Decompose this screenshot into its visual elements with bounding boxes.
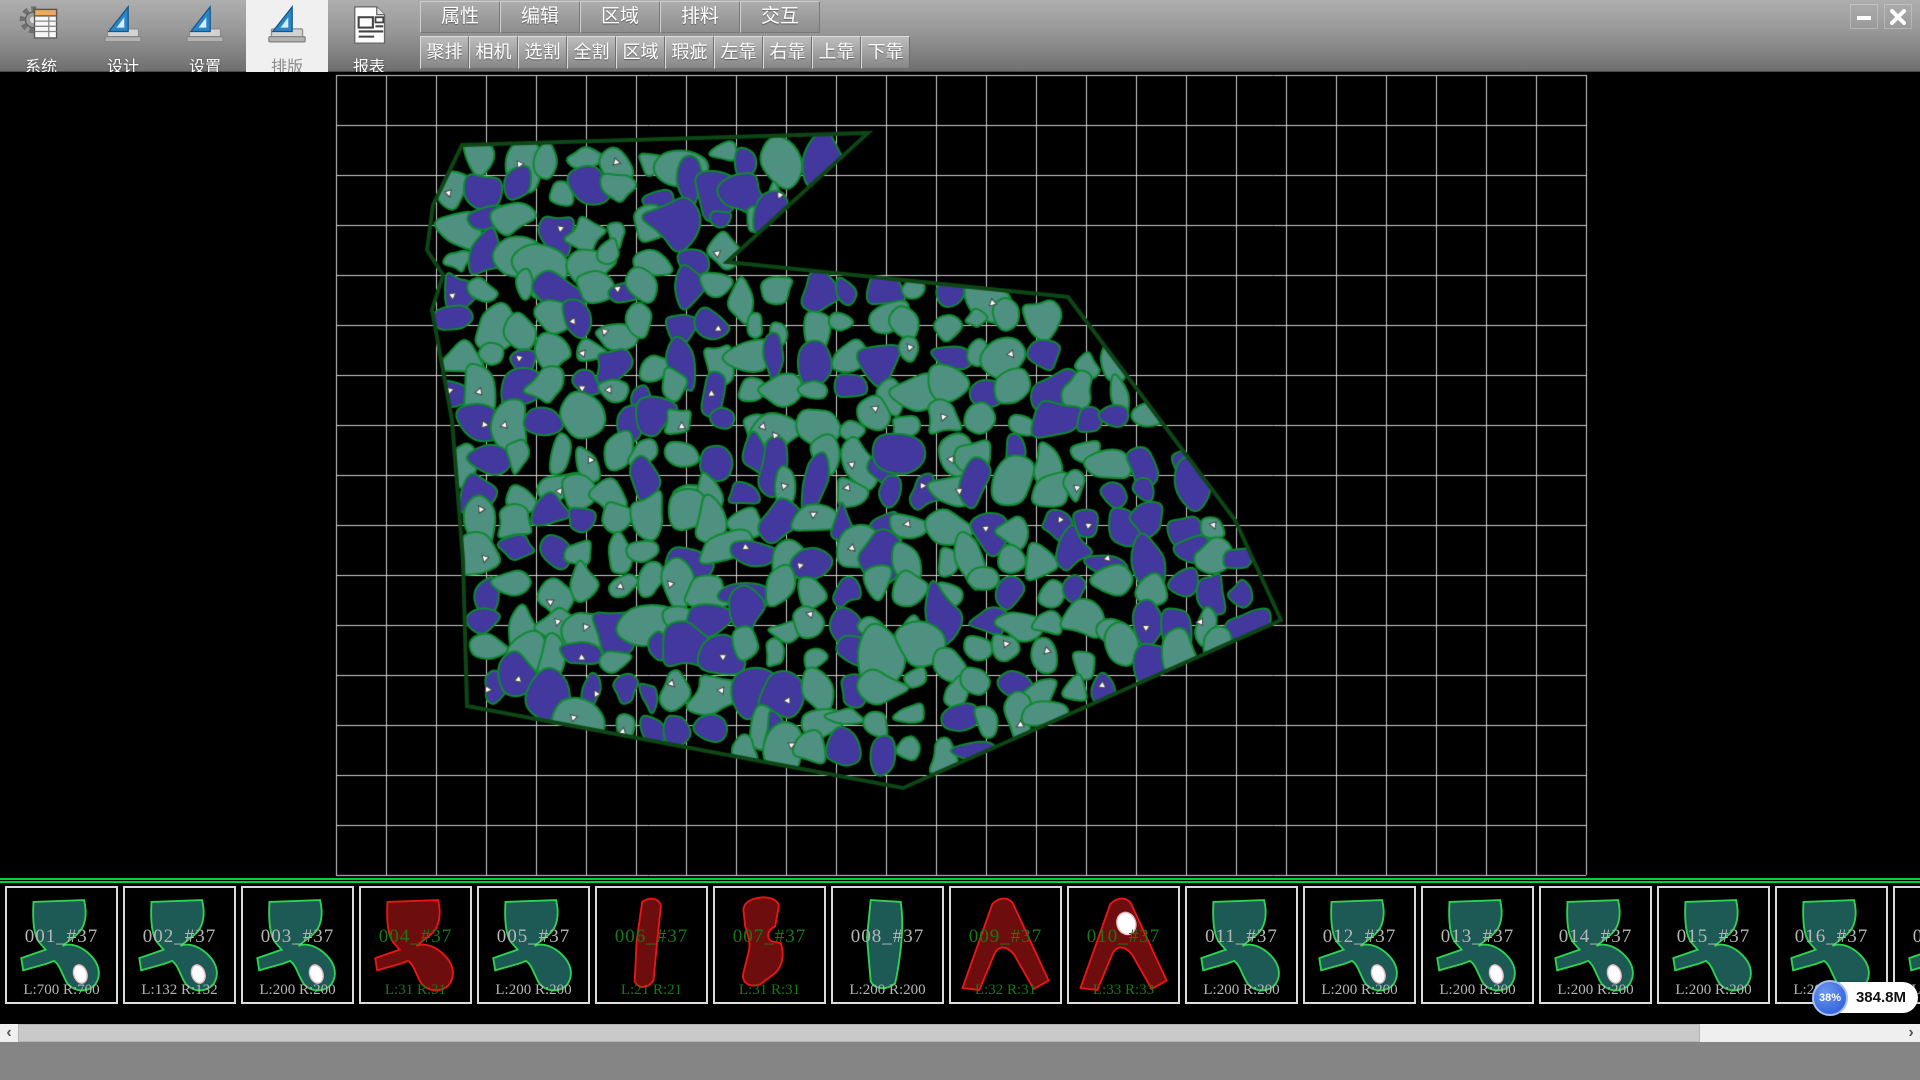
piece-lr-label: L:200 R:200 bbox=[1187, 982, 1296, 999]
tool-button-5[interactable]: 瑕疵 bbox=[665, 36, 714, 69]
scroll-left-arrow[interactable]: ‹ bbox=[0, 1024, 18, 1042]
menu-item-3[interactable]: 排料 bbox=[660, 1, 740, 33]
piece-id-label: 013_#37 bbox=[1423, 926, 1532, 948]
tool-button-3[interactable]: 全割 bbox=[567, 36, 616, 69]
piece-thumbnail-009_#37[interactable]: 009_#37 L:32 R:31 bbox=[949, 886, 1062, 1004]
piece-thumbnail-001_#37[interactable]: 001_#37 L:700 R:700 bbox=[5, 886, 118, 1004]
main-toolbar: 系统设计设置排版报表 属性编辑区域排料交互 聚排相机选割全割区域瑕疵左靠右靠上靠… bbox=[0, 0, 1920, 72]
piece-lr-label: L:21 R:21 bbox=[597, 982, 706, 999]
tool-button-4[interactable]: 区域 bbox=[616, 36, 665, 69]
tool-button-9[interactable]: 下靠 bbox=[861, 36, 910, 69]
separator-line bbox=[0, 881, 1920, 883]
gear-table-icon bbox=[19, 3, 63, 52]
piece-lr-label: L:31 R:31 bbox=[715, 982, 824, 999]
piece-lr-label: L:200 R:200 bbox=[833, 982, 942, 999]
piece-id-label: 011_#37 bbox=[1187, 926, 1296, 948]
nesting-canvas[interactable] bbox=[0, 72, 1920, 878]
tool-button-row: 聚排相机选割全割区域瑕疵左靠右靠上靠下靠 bbox=[420, 36, 910, 69]
menu-item-0[interactable]: 属性 bbox=[420, 1, 500, 33]
close-button[interactable] bbox=[1884, 4, 1912, 29]
window-controls bbox=[1850, 4, 1912, 29]
piece-thumbnail-014_#37[interactable]: 014_#37 L:200 R:200 bbox=[1539, 886, 1652, 1004]
piece-lr-label: L:132 R:132 bbox=[125, 982, 234, 999]
menu-bar: 属性编辑区域排料交互 bbox=[420, 1, 820, 33]
main-button-report[interactable]: 报表 bbox=[328, 0, 410, 72]
piece-thumbnail-006_#37[interactable]: 006_#37 L:21 R:21 bbox=[595, 886, 708, 1004]
piece-id-label: 017_#37 bbox=[1895, 926, 1920, 948]
main-button-settings[interactable]: 设置 bbox=[164, 0, 246, 72]
piece-id-label: 014_#37 bbox=[1541, 926, 1650, 948]
badge-percent: 38% bbox=[1812, 980, 1848, 1016]
menu-item-1[interactable]: 编辑 bbox=[500, 1, 580, 33]
close-icon bbox=[1889, 9, 1907, 25]
menu-item-4[interactable]: 交互 bbox=[740, 1, 820, 33]
tool-button-1[interactable]: 相机 bbox=[469, 36, 518, 69]
set-square-icon bbox=[101, 3, 145, 52]
main-button-system[interactable]: 系统 bbox=[0, 0, 82, 72]
piece-lr-label: L:700 R:700 bbox=[7, 982, 116, 999]
piece-lr-label: L:32 R:31 bbox=[951, 982, 1060, 999]
tool-button-0[interactable]: 聚排 bbox=[420, 36, 469, 69]
piece-lr-label: L:200 R:200 bbox=[1541, 982, 1650, 999]
piece-lr-label: L:200 R:200 bbox=[1423, 982, 1532, 999]
main-button-layout[interactable]: 排版 bbox=[246, 0, 328, 72]
piece-thumbnail-strip: 001_#37 L:700 R:700 002_#37 L:132 R:132 003_… bbox=[0, 884, 1920, 1024]
set-square-icon bbox=[183, 3, 227, 52]
piece-id-label: 003_#37 bbox=[243, 926, 352, 948]
piece-thumbnail-011_#37[interactable]: 011_#37 L:200 R:200 bbox=[1185, 886, 1298, 1004]
main-button-group: 系统设计设置排版报表 bbox=[0, 0, 410, 72]
scrollbar-thumb[interactable] bbox=[18, 1024, 1700, 1042]
piece-lr-label: L:200 R:200 bbox=[479, 982, 588, 999]
set-square-icon bbox=[265, 3, 309, 52]
piece-thumbnail-004_#37[interactable]: 004_#37 L:31 R:31 bbox=[359, 886, 472, 1004]
tool-button-7[interactable]: 右靠 bbox=[763, 36, 812, 69]
menu-item-2[interactable]: 区域 bbox=[580, 1, 660, 33]
nesting-workspace[interactable] bbox=[0, 72, 1920, 878]
horizontal-scrollbar[interactable]: ‹ › bbox=[0, 1024, 1920, 1042]
minimize-icon bbox=[1855, 9, 1873, 25]
piece-thumbnail-002_#37[interactable]: 002_#37 L:132 R:132 bbox=[123, 886, 236, 1004]
tool-button-6[interactable]: 左靠 bbox=[714, 36, 763, 69]
piece-thumbnail-012_#37[interactable]: 012_#37 L:200 R:200 bbox=[1303, 886, 1416, 1004]
piece-id-label: 007_#37 bbox=[715, 926, 824, 948]
piece-id-label: 004_#37 bbox=[361, 926, 470, 948]
main-button-design[interactable]: 设计 bbox=[82, 0, 164, 72]
minimize-button[interactable] bbox=[1850, 4, 1878, 29]
piece-lr-label: L:200 R:200 bbox=[1305, 982, 1414, 999]
piece-thumbnail-007_#37[interactable]: 007_#37 L:31 R:31 bbox=[713, 886, 826, 1004]
piece-lr-label: L:31 R:31 bbox=[361, 982, 470, 999]
piece-lr-label: L:33 R:33 bbox=[1069, 982, 1178, 999]
scroll-right-arrow[interactable]: › bbox=[1902, 1024, 1920, 1042]
piece-thumbnail-008_#37[interactable]: 008_#37 L:200 R:200 bbox=[831, 886, 944, 1004]
piece-id-label: 010_#37 bbox=[1069, 926, 1178, 948]
status-bar bbox=[0, 1042, 1920, 1080]
piece-lr-label: L:200 R:200 bbox=[243, 982, 352, 999]
piece-thumbnail-005_#37[interactable]: 005_#37 L:200 R:200 bbox=[477, 886, 590, 1004]
piece-thumbnail-013_#37[interactable]: 013_#37 L:200 R:200 bbox=[1421, 886, 1534, 1004]
piece-id-label: 002_#37 bbox=[125, 926, 234, 948]
tool-button-8[interactable]: 上靠 bbox=[812, 36, 861, 69]
piece-id-label: 015_#37 bbox=[1659, 926, 1768, 948]
piece-id-label: 009_#37 bbox=[951, 926, 1060, 948]
piece-thumbnail-003_#37[interactable]: 003_#37 L:200 R:200 bbox=[241, 886, 354, 1004]
piece-thumbnail-010_#37[interactable]: 010_#37 L:33 R:33 bbox=[1067, 886, 1180, 1004]
report-icon bbox=[347, 3, 391, 52]
piece-id-label: 016_#37 bbox=[1777, 926, 1886, 948]
piece-lr-label: L:200 R:200 bbox=[1659, 982, 1768, 999]
piece-id-label: 005_#37 bbox=[479, 926, 588, 948]
piece-id-label: 012_#37 bbox=[1305, 926, 1414, 948]
tool-button-2[interactable]: 选割 bbox=[518, 36, 567, 69]
piece-thumbnail-015_#37[interactable]: 015_#37 L:200 R:200 bbox=[1657, 886, 1770, 1004]
separator-line bbox=[0, 878, 1920, 880]
piece-id-label: 006_#37 bbox=[597, 926, 706, 948]
piece-id-label: 001_#37 bbox=[7, 926, 116, 948]
piece-id-label: 008_#37 bbox=[833, 926, 942, 948]
